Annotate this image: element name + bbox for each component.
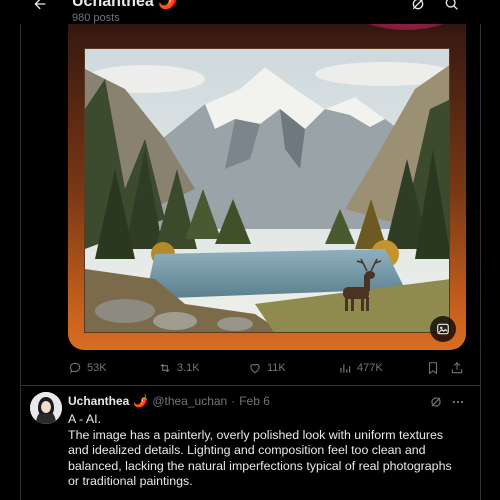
grok-icon	[412, 0, 424, 10]
profile-title: Uchanthea 🌶️ 980 posts	[72, 0, 178, 24]
bookmark-button[interactable]	[426, 358, 440, 378]
avatar-image	[30, 392, 62, 424]
image-edit-icon	[437, 323, 449, 335]
views-chart-icon	[340, 364, 351, 373]
mountain-landscape-painting	[84, 48, 450, 333]
grok-image-button[interactable]	[430, 316, 456, 342]
reply-author-handle[interactable]: @thea_uchan	[152, 394, 227, 408]
reply-header: Uchanthea 🌶️ @thea_uchan · Feb 6	[68, 394, 270, 408]
post-count: 980 posts	[72, 12, 120, 24]
reply-date[interactable]: Feb 6	[239, 394, 270, 408]
grok-button[interactable]	[406, 0, 430, 16]
reply-text-paragraph: The image has a painterly, overly polish…	[68, 427, 452, 489]
avatar[interactable]	[30, 392, 62, 424]
back-arrow-icon	[34, 0, 46, 10]
reply-count: 53K	[87, 362, 107, 374]
bookmark-icon	[428, 362, 438, 375]
share-button[interactable]	[450, 358, 464, 378]
top-bar: Uchanthea 🌶️ 980 posts	[0, 0, 500, 24]
right-column-border	[480, 0, 481, 500]
more-options-button[interactable]	[448, 392, 468, 412]
views-button[interactable]: 477K	[338, 358, 383, 378]
reply-grok-button[interactable]	[426, 392, 446, 412]
search-icon	[445, 0, 458, 10]
post-divider	[20, 385, 480, 386]
like-button[interactable]: 11K	[248, 358, 286, 378]
profile-name: Uchanthea 🌶️	[72, 0, 178, 11]
grok-icon	[431, 397, 441, 407]
like-count: 11K	[267, 362, 286, 374]
repost-button[interactable]: 3.1K	[158, 358, 200, 378]
reply-icon	[69, 362, 81, 373]
more-dots-icon	[452, 400, 464, 404]
post-media[interactable]: HUMAN CAPTCHA #002	[68, 0, 466, 350]
views-count: 477K	[357, 362, 383, 374]
reply-text: A - AI. The image has a painterly, overl…	[68, 412, 460, 490]
search-button[interactable]	[440, 0, 464, 16]
reply-author-name[interactable]: Uchanthea	[68, 394, 129, 408]
separator-dot: ·	[231, 394, 236, 408]
back-button[interactable]	[26, 0, 54, 16]
chili-emoji: 🌶️	[158, 0, 179, 10]
share-icon	[451, 362, 463, 374]
reply-button[interactable]: 53K	[68, 358, 107, 378]
post-action-bar: 53K 3.1K 11K 477K	[68, 358, 466, 378]
reply-text-line: A - AI.	[68, 412, 102, 426]
heart-icon	[250, 364, 260, 374]
repost-count: 3.1K	[177, 362, 200, 374]
left-column-border	[20, 0, 21, 500]
repost-icon	[160, 363, 170, 373]
chili-emoji: 🌶️	[133, 394, 149, 408]
